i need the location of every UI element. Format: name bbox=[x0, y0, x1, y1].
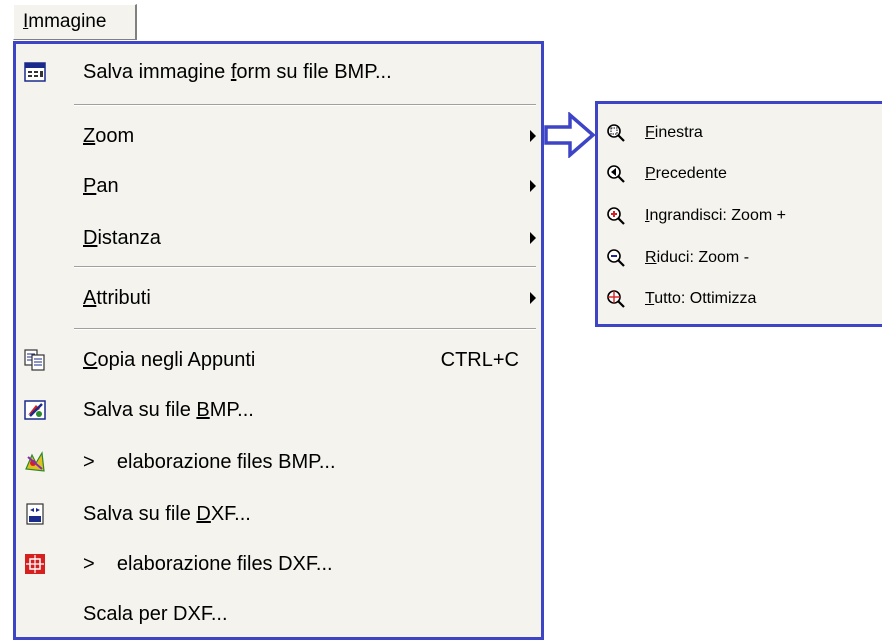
zoom-in-icon bbox=[606, 206, 626, 226]
submenu-arrow-icon bbox=[530, 180, 536, 192]
submenu-item-label: Ingrandisci: Zoom + bbox=[645, 207, 786, 224]
menu-item-label: Salva immagine form su file BMP... bbox=[83, 60, 392, 83]
submenu-arrow-icon bbox=[530, 130, 536, 142]
menu-item-label: Salva su file DXF... bbox=[83, 502, 251, 525]
menu-item-label: Distanza bbox=[83, 226, 161, 249]
menu-item-label: > elaborazione files BMP... bbox=[83, 450, 336, 473]
menu-item-label: Scala per DXF... bbox=[83, 602, 228, 625]
menu-item-label: Attributi bbox=[83, 286, 151, 309]
save-dxf-icon bbox=[24, 503, 46, 525]
zoom-out-icon bbox=[606, 248, 626, 268]
submenu-item-riduci[interactable]: Riduci: Zoom - bbox=[598, 238, 882, 278]
menu-item-distanza[interactable]: Distanza bbox=[16, 216, 541, 260]
zoom-all-icon bbox=[606, 289, 626, 309]
menu-item-pan[interactable]: Pan bbox=[16, 164, 541, 208]
process-bmp-icon bbox=[24, 451, 46, 473]
menu-item-attributi[interactable]: Attributi bbox=[16, 276, 541, 320]
menu-item-label: Pan bbox=[83, 174, 119, 197]
save-bmp-icon bbox=[24, 399, 46, 421]
submenu-item-label: Finestra bbox=[645, 124, 703, 141]
submenu-item-tutto[interactable]: Tutto: Ottimizza bbox=[598, 279, 882, 319]
menu-item-scale-dxf[interactable]: Scala per DXF... bbox=[16, 592, 541, 636]
copy-icon bbox=[24, 349, 46, 371]
zoom-submenu: Finestra Precedente Ingrandisci: Zoom + … bbox=[595, 101, 882, 327]
menu-item-save-bmp[interactable]: Salva su file BMP... bbox=[16, 388, 541, 432]
process-dxf-icon bbox=[24, 553, 46, 575]
menu-item-copy-clipboard[interactable]: Copia negli Appunti CTRL+C bbox=[16, 338, 541, 382]
menu-item-zoom[interactable]: Zoom bbox=[16, 114, 541, 158]
menu-item-process-dxf[interactable]: > elaborazione files DXF... bbox=[16, 542, 541, 586]
menubar-title-text: mmagine bbox=[28, 11, 107, 32]
submenu-item-label: Riduci: Zoom - bbox=[645, 249, 750, 266]
menu-item-process-bmp[interactable]: > elaborazione files BMP... bbox=[16, 440, 541, 484]
menu-item-label: Zoom bbox=[83, 124, 135, 147]
menu-item-shortcut: CTRL+C bbox=[440, 348, 519, 371]
submenu-item-precedente[interactable]: Precedente bbox=[598, 154, 882, 194]
submenu-item-label: Precedente bbox=[645, 165, 727, 182]
submenu-arrow-icon bbox=[530, 232, 536, 244]
menu-item-label: > elaborazione files DXF... bbox=[83, 552, 333, 575]
screen: Immagine Salva immagine form su file BMP… bbox=[0, 0, 882, 644]
menu-item-save-form-image[interactable]: Salva immagine form su file BMP... bbox=[16, 50, 541, 94]
submenu-item-label: Tutto: Ottimizza bbox=[645, 290, 757, 307]
menu-separator bbox=[74, 328, 536, 330]
menu-separator bbox=[74, 104, 536, 106]
zoom-previous-icon bbox=[606, 164, 626, 184]
submenu-item-finestra[interactable]: Finestra bbox=[598, 113, 882, 153]
menu-item-label: Salva su file BMP... bbox=[83, 398, 254, 421]
menu-item-label: Copia negli Appunti bbox=[83, 348, 256, 371]
immagine-menu: Salva immagine form su file BMP... Zoom … bbox=[13, 41, 544, 640]
menu-item-save-dxf[interactable]: Salva su file DXF... bbox=[16, 492, 541, 536]
menubar-immagine[interactable]: Immagine bbox=[13, 4, 137, 40]
zoom-window-icon bbox=[606, 123, 626, 143]
form-save-icon bbox=[24, 61, 46, 83]
submenu-arrow-icon bbox=[530, 292, 536, 304]
menu-separator bbox=[74, 266, 536, 268]
submenu-item-ingrandisci[interactable]: Ingrandisci: Zoom + bbox=[598, 196, 882, 236]
callout-arrow-icon bbox=[544, 111, 596, 163]
